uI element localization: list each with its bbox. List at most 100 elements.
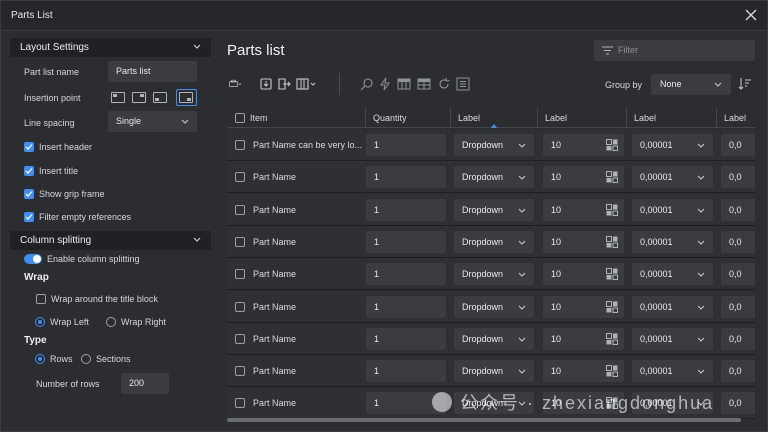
last-column-input[interactable]: 0,0: [721, 230, 755, 253]
close-icon[interactable]: [743, 7, 759, 23]
decimal-dropdown[interactable]: 0,00001: [632, 198, 713, 221]
table-row[interactable]: Part Name 1 Dropdown 10 0,00001 0,0: [227, 355, 755, 388]
sort-icon[interactable]: [738, 77, 752, 91]
wrap-left-radio[interactable]: [35, 317, 45, 327]
layout-settings-header[interactable]: Layout Settings: [10, 38, 211, 57]
decimal-dropdown[interactable]: 0,00001: [632, 166, 713, 189]
insertion-bottom-right-icon[interactable]: [179, 92, 193, 103]
table-row[interactable]: Part Name 1 Dropdown 10 0,00001 0,0: [227, 322, 755, 355]
quantity-input[interactable]: 1: [366, 263, 446, 286]
number-input[interactable]: 10: [543, 230, 624, 253]
column-header-quantity[interactable]: Quantity: [366, 108, 451, 128]
filter-input[interactable]: Filter: [594, 40, 755, 61]
number-input[interactable]: 10: [543, 360, 624, 383]
decimal-dropdown[interactable]: 0,00001: [632, 134, 713, 156]
column-header-label-2[interactable]: Label: [538, 108, 627, 128]
number-input[interactable]: 10: [543, 198, 624, 221]
column-header-label-3[interactable]: Label: [627, 108, 717, 128]
column-header-label-4[interactable]: Label: [717, 108, 755, 128]
insert-header-checkbox[interactable]: [24, 142, 34, 152]
label-dropdown[interactable]: Dropdown: [454, 360, 534, 383]
calculator-icon[interactable]: [606, 171, 618, 184]
row-checkbox[interactable]: [235, 204, 245, 215]
part-list-name-input[interactable]: Parts list: [108, 61, 197, 82]
number-input[interactable]: 10: [543, 295, 624, 318]
table-row[interactable]: Part Name 1 Dropdown 10 0,00001 0,0: [227, 225, 755, 258]
label-dropdown[interactable]: Dropdown: [454, 230, 534, 253]
refresh-icon[interactable]: [437, 77, 451, 91]
row-checkbox[interactable]: [235, 172, 245, 183]
select-all-checkbox[interactable]: [235, 113, 245, 123]
quantity-input[interactable]: 1: [366, 166, 446, 189]
calculator-icon[interactable]: [606, 268, 618, 281]
label-dropdown[interactable]: Dropdown: [454, 295, 534, 318]
insertion-bottom-left-icon[interactable]: [153, 92, 167, 103]
decimal-dropdown[interactable]: 0,00001: [632, 263, 713, 286]
decimal-dropdown[interactable]: 0,00001: [632, 360, 713, 383]
number-input[interactable]: 10: [543, 327, 624, 350]
show-grip-frame-checkbox[interactable]: [24, 189, 34, 199]
row-checkbox[interactable]: [235, 398, 245, 409]
group-by-select[interactable]: None: [651, 74, 731, 95]
table-row[interactable]: Part Name 1 Dropdown 10 0,00001 0,0: [227, 161, 755, 194]
calculator-icon[interactable]: [606, 365, 618, 378]
list-icon[interactable]: [456, 77, 470, 91]
last-column-input[interactable]: 0,0: [721, 360, 755, 383]
line-spacing-select[interactable]: Single: [108, 111, 197, 132]
table-row[interactable]: Part Name can be very lo... 1 Dropdown 10 0,…: [227, 129, 755, 161]
number-input[interactable]: 10: [543, 263, 624, 286]
column-splitting-header[interactable]: Column splitting: [10, 231, 211, 250]
insert-title-checkbox[interactable]: [24, 166, 34, 176]
decimal-dropdown[interactable]: 0,00001: [632, 327, 713, 350]
calculator-icon[interactable]: [606, 300, 618, 313]
last-column-input[interactable]: 0,0: [721, 263, 755, 286]
rows-radio[interactable]: [35, 354, 45, 364]
enable-column-splitting-toggle[interactable]: [24, 254, 42, 264]
number-input[interactable]: 10: [543, 166, 624, 189]
row-checkbox[interactable]: [235, 301, 245, 312]
wrap-around-checkbox[interactable]: [36, 294, 46, 304]
label-dropdown[interactable]: Dropdown: [454, 263, 534, 286]
label-dropdown[interactable]: Dropdown: [454, 166, 534, 189]
quantity-input[interactable]: 1: [366, 230, 446, 253]
last-column-input[interactable]: 0,0: [721, 166, 755, 189]
calculator-icon[interactable]: [606, 332, 618, 345]
table-row[interactable]: Part Name 1 Dropdown 10 0,00001 0,0: [227, 193, 755, 226]
decimal-dropdown[interactable]: 0,00001: [632, 295, 713, 318]
import-icon[interactable]: [259, 77, 273, 91]
row-checkbox[interactable]: [235, 236, 245, 247]
last-column-input[interactable]: 0,0: [721, 392, 755, 415]
calculator-icon[interactable]: [606, 203, 618, 216]
decimal-dropdown[interactable]: 0,00001: [632, 230, 713, 253]
number-of-rows-input[interactable]: 200: [121, 373, 169, 394]
label-dropdown[interactable]: Dropdown: [454, 327, 534, 350]
label-dropdown[interactable]: Dropdown: [454, 198, 534, 221]
search-icon[interactable]: [360, 77, 374, 91]
last-column-input[interactable]: 0,0: [721, 295, 755, 318]
row-checkbox[interactable]: [235, 140, 245, 150]
column-header-item[interactable]: Item: [227, 108, 366, 128]
filter-empty-references-checkbox[interactable]: [24, 212, 34, 222]
table-row[interactable]: Part Name 1 Dropdown 10 0,00001 0,0: [227, 290, 755, 323]
quantity-input[interactable]: 1: [366, 198, 446, 221]
quantity-input[interactable]: 1: [366, 327, 446, 350]
quantity-input[interactable]: 1: [366, 134, 446, 156]
last-column-input[interactable]: 0,0: [721, 134, 755, 156]
calculator-icon[interactable]: [606, 235, 618, 248]
row-checkbox[interactable]: [235, 269, 245, 280]
table-row[interactable]: Part Name 1 Dropdown 10 0,00001 0,0: [227, 258, 755, 291]
row-checkbox[interactable]: [235, 333, 245, 344]
table-rows-icon[interactable]: [417, 77, 431, 91]
insertion-top-right-icon[interactable]: [132, 92, 146, 103]
table-icon[interactable]: [397, 77, 411, 91]
calculator-icon[interactable]: [606, 139, 618, 151]
export-icon[interactable]: [277, 77, 291, 91]
label-dropdown[interactable]: Dropdown: [454, 134, 534, 156]
columns-icon[interactable]: [296, 77, 320, 91]
row-checkbox[interactable]: [235, 366, 245, 377]
wrap-right-radio[interactable]: [106, 317, 116, 327]
number-input[interactable]: 10: [543, 134, 624, 156]
quantity-input[interactable]: 1: [366, 360, 446, 383]
sections-radio[interactable]: [81, 354, 91, 364]
insertion-top-left-icon[interactable]: [111, 92, 125, 103]
